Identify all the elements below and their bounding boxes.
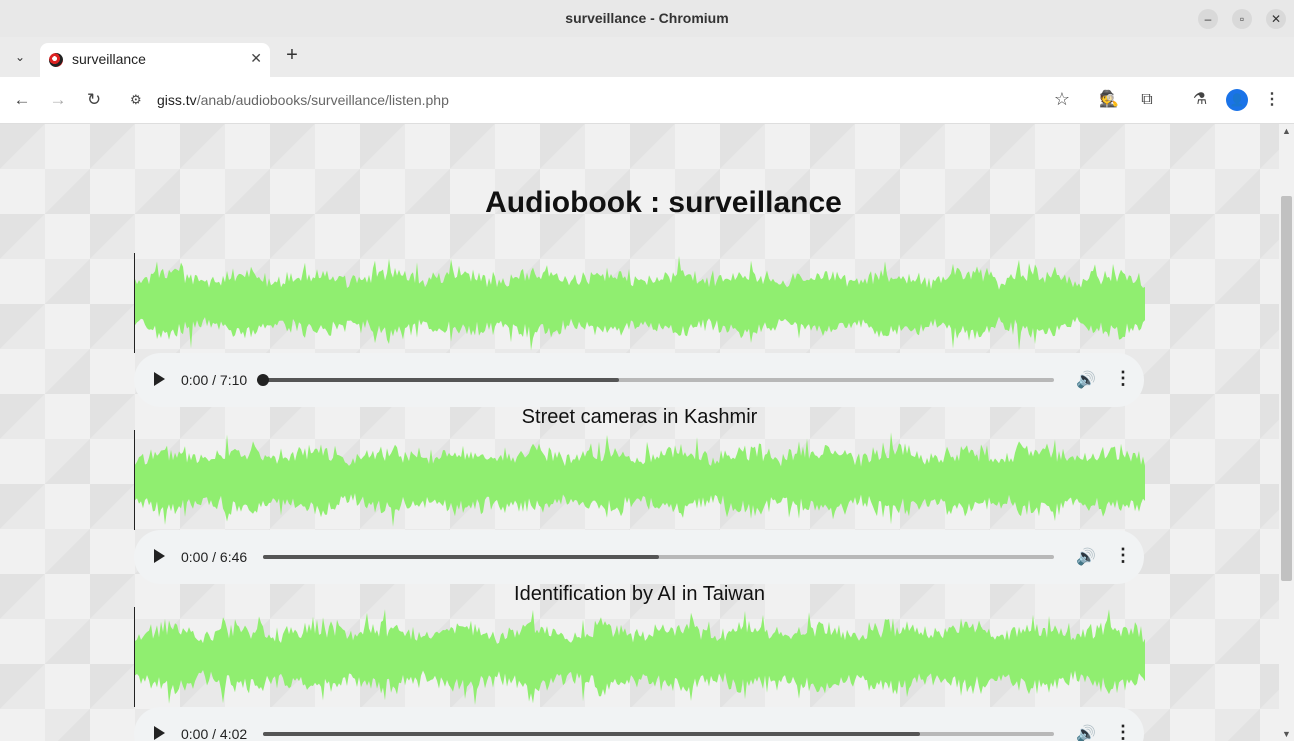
url-path: /anab/audiobooks/surveillance/listen.php <box>196 92 449 108</box>
page-scrollbar[interactable]: ▲ ▼ <box>1279 124 1294 741</box>
reload-icon[interactable]: ↻ <box>84 90 104 110</box>
profile-avatar-icon[interactable]: 👤 <box>1226 89 1248 111</box>
address-bar[interactable]: ⚙ giss.tv/anab/audiobooks/surveillance/l… <box>120 83 1084 117</box>
tab-strip: ⌄ surveillance ✕ + <box>0 37 1294 77</box>
minimize-button[interactable]: – <box>1198 9 1218 29</box>
waveform-track-1[interactable] <box>134 253 1145 353</box>
maximize-button[interactable]: ▫ <box>1232 9 1252 29</box>
time-display: 0:00 / 7:10 <box>181 372 248 388</box>
giss-favicon-icon <box>49 53 63 67</box>
waveform-shape <box>135 256 1145 351</box>
volume-icon[interactable]: 🔊 <box>1076 724 1096 741</box>
close-window-button[interactable]: ✕ <box>1266 9 1286 29</box>
buffered-fill <box>263 732 920 736</box>
more-options-icon[interactable]: ⋮ <box>1114 722 1132 741</box>
buffered-fill <box>263 378 619 382</box>
time-display: 0:00 / 6:46 <box>181 549 248 565</box>
tab-label: surveillance <box>72 51 146 67</box>
browser-toolbar: ← → ↻ ⚙ giss.tv/anab/audiobooks/surveill… <box>0 77 1294 124</box>
audio-player-3: 0:00 / 4:02 🔊 ⋮ <box>134 707 1144 741</box>
scrollbar-thumb[interactable] <box>1281 196 1292 581</box>
more-options-icon[interactable]: ⋮ <box>1114 368 1132 389</box>
tab-close-icon[interactable]: ✕ <box>250 50 262 67</box>
waveform-track-3[interactable] <box>134 607 1145 707</box>
browser-menu-icon[interactable]: ⋮ <box>1261 89 1283 111</box>
play-icon[interactable] <box>154 372 165 386</box>
site-info-icon[interactable]: ⚙ <box>130 92 142 108</box>
more-options-icon[interactable]: ⋮ <box>1114 545 1132 566</box>
bookmark-star-icon[interactable]: ☆ <box>1054 89 1070 110</box>
labs-flask-icon[interactable]: ⚗ <box>1189 89 1211 111</box>
spy-extension-icon[interactable]: 🕵 <box>1098 89 1120 111</box>
play-icon[interactable] <box>154 549 165 563</box>
scroll-up-arrow-icon[interactable]: ▲ <box>1282 126 1291 136</box>
waveform-shape <box>135 432 1145 527</box>
scroll-down-arrow-icon[interactable]: ▼ <box>1282 729 1291 739</box>
tab-search-chevron-icon[interactable]: ⌄ <box>10 47 30 67</box>
url-text[interactable]: giss.tv/anab/audiobooks/surveillance/lis… <box>157 92 449 108</box>
seek-bar[interactable] <box>263 555 1054 559</box>
audio-player-2: 0:00 / 6:46 🔊 ⋮ <box>134 530 1144 584</box>
extensions-puzzle-icon[interactable]: ⧉ <box>1136 89 1158 111</box>
page-content: Audiobook : surveillance 0:00 / 7:10 🔊 ⋮… <box>0 124 1279 741</box>
tab-surveillance[interactable]: surveillance ✕ <box>40 43 270 77</box>
forward-arrow-icon[interactable]: → <box>48 90 68 110</box>
time-display: 0:00 / 4:02 <box>181 726 248 741</box>
back-arrow-icon[interactable]: ← <box>12 90 32 110</box>
track-title-3: Identification by AI in Taiwan <box>514 583 765 605</box>
waveform-track-2[interactable] <box>134 430 1145 530</box>
track-title-2: Street cameras in Kashmir <box>521 406 758 428</box>
seek-bar[interactable] <box>263 732 1054 736</box>
waveform-shape <box>135 609 1145 705</box>
play-icon[interactable] <box>154 726 165 740</box>
page-title: Audiobook : surveillance <box>485 186 842 219</box>
seek-knob[interactable] <box>257 374 269 386</box>
volume-icon[interactable]: 🔊 <box>1076 370 1096 390</box>
url-host: giss.tv <box>157 92 197 108</box>
buffered-fill <box>263 555 659 559</box>
seek-bar[interactable] <box>257 374 1054 386</box>
audio-player-1: 0:00 / 7:10 🔊 ⋮ <box>134 353 1144 407</box>
window-title: surveillance - Chromium <box>565 10 729 26</box>
volume-icon[interactable]: 🔊 <box>1076 547 1096 567</box>
window-title-bar: surveillance - Chromium – ▫ ✕ <box>0 0 1294 38</box>
new-tab-button[interactable]: + <box>282 45 302 65</box>
